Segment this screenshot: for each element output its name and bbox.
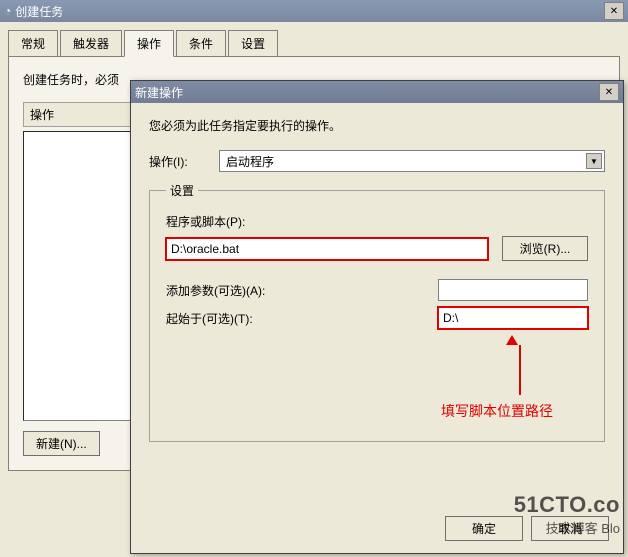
browse-button[interactable]: 浏览(R)...	[502, 236, 588, 261]
startin-input[interactable]	[438, 307, 588, 329]
args-input[interactable]	[438, 279, 588, 301]
ok-button[interactable]: 确定	[445, 516, 523, 541]
window-title: 创建任务	[15, 3, 63, 20]
arrow-icon	[506, 335, 518, 345]
chevron-down-icon: ▼	[586, 153, 602, 169]
action-select-value: 启动程序	[226, 153, 274, 170]
program-label: 程序或脚本(P):	[166, 213, 588, 230]
close-button[interactable]: ✕	[604, 2, 624, 20]
arrow-line	[519, 345, 521, 395]
dialog-close-button[interactable]: ✕	[599, 83, 619, 101]
dialog-titlebar: 新建操作 ✕	[131, 81, 623, 103]
program-input[interactable]	[166, 238, 488, 260]
settings-fieldset: 设置 程序或脚本(P): 浏览(R)... 添加参数(可选)(A): 起始于(可…	[149, 182, 605, 442]
app-icon: ◔	[4, 4, 11, 18]
action-select[interactable]: 启动程序 ▼	[219, 150, 605, 172]
fieldset-legend: 设置	[166, 182, 198, 199]
tab-conditions[interactable]: 条件	[176, 30, 226, 57]
tab-triggers[interactable]: 触发器	[60, 30, 122, 57]
hint-text: 创建任务时，必须	[23, 73, 119, 87]
action-label: 操作(I):	[149, 153, 219, 170]
annotation-text: 填写脚本位置路径	[441, 401, 553, 421]
dialog-title: 新建操作	[135, 84, 183, 101]
tab-settings[interactable]: 设置	[228, 30, 278, 57]
dialog-instruction: 您必须为此任务指定要执行的操作。	[149, 117, 605, 134]
cancel-button[interactable]: 取消	[531, 516, 609, 541]
tab-strip: 常规 触发器 操作 条件 设置	[8, 30, 628, 57]
tab-general[interactable]: 常规	[8, 30, 58, 57]
new-action-dialog: 新建操作 ✕ 您必须为此任务指定要执行的操作。 操作(I): 启动程序 ▼ 设置…	[130, 80, 624, 554]
startin-label: 起始于(可选)(T):	[166, 310, 326, 327]
new-button[interactable]: 新建(N)...	[23, 431, 100, 456]
tab-actions[interactable]: 操作	[124, 30, 174, 57]
args-label: 添加参数(可选)(A):	[166, 282, 326, 299]
main-window-titlebar: ◔ 创建任务 ✕	[0, 0, 628, 22]
